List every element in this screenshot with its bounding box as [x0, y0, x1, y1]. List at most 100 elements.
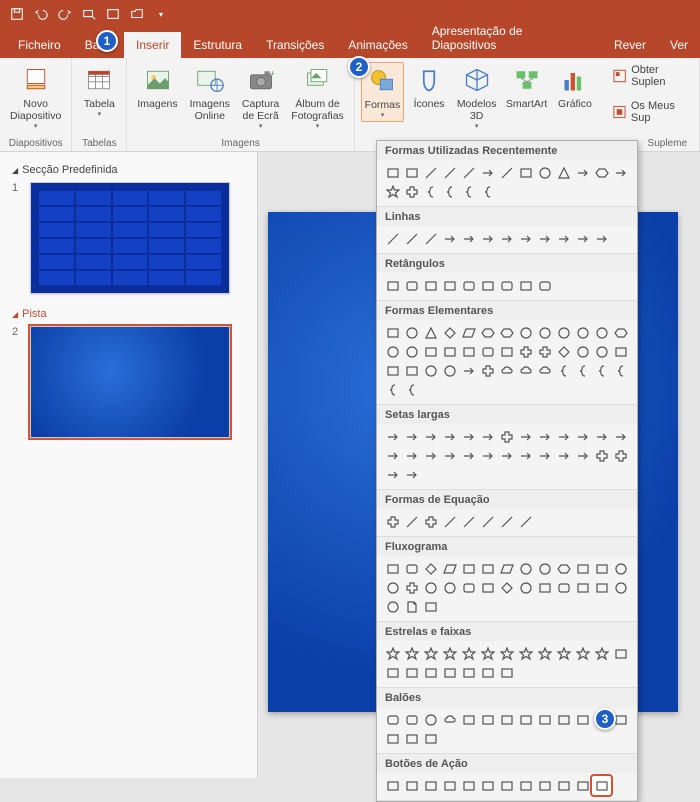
section-header-pista[interactable]: Pista: [12, 308, 245, 320]
shape-star[interactable]: [459, 644, 478, 663]
shape-plus[interactable]: [611, 446, 630, 465]
shape-star[interactable]: [573, 644, 592, 663]
shape-rect[interactable]: [440, 663, 459, 682]
shape-rect[interactable]: [383, 663, 402, 682]
shape-arrow[interactable]: [535, 229, 554, 248]
shape-line[interactable]: [459, 163, 478, 182]
shape-rect[interactable]: [516, 710, 535, 729]
shape-brace[interactable]: [440, 182, 459, 201]
shape-diam[interactable]: [554, 342, 573, 361]
shape-rect[interactable]: [459, 559, 478, 578]
shape-plus[interactable]: [402, 578, 421, 597]
shape-rect[interactable]: [440, 342, 459, 361]
shape-rect[interactable]: [573, 559, 592, 578]
shape-plus[interactable]: [478, 361, 497, 380]
shape-line[interactable]: [497, 163, 516, 182]
shape-rect[interactable]: [478, 276, 497, 295]
tab-slideshow[interactable]: Apresentação de Diapositivos: [420, 18, 602, 58]
shape-arrow[interactable]: [383, 427, 402, 446]
shape-star[interactable]: [421, 644, 440, 663]
shape-rect[interactable]: [573, 578, 592, 597]
shape-rect[interactable]: [516, 776, 535, 795]
shape-arrow[interactable]: [478, 446, 497, 465]
shape-rect[interactable]: [497, 776, 516, 795]
shape-arrow[interactable]: [516, 229, 535, 248]
shape-hex[interactable]: [592, 163, 611, 182]
shape-circ[interactable]: [535, 559, 554, 578]
my-addins-button[interactable]: Os Meus Sup: [612, 98, 693, 126]
shape-rect[interactable]: [554, 776, 573, 795]
shape-circ[interactable]: [516, 559, 535, 578]
shape-rect[interactable]: [440, 276, 459, 295]
shape-rect[interactable]: [421, 663, 440, 682]
shape-arrow[interactable]: [573, 229, 592, 248]
shape-rect[interactable]: [497, 710, 516, 729]
shape-arrow[interactable]: [459, 229, 478, 248]
shape-star[interactable]: [478, 644, 497, 663]
online-pictures-button[interactable]: Imagens Online: [186, 62, 234, 124]
shape-rect[interactable]: [516, 163, 535, 182]
shape-brace[interactable]: [611, 361, 630, 380]
shape-paral[interactable]: [440, 559, 459, 578]
shape-brace[interactable]: [402, 380, 421, 399]
shape-arrow[interactable]: [478, 427, 497, 446]
shape-arrow[interactable]: [402, 446, 421, 465]
shape-cloud[interactable]: [516, 361, 535, 380]
shape-doc[interactable]: [402, 597, 421, 616]
shape-line[interactable]: [402, 512, 421, 531]
shape-line[interactable]: [516, 512, 535, 531]
shape-hex[interactable]: [478, 323, 497, 342]
shape-plus[interactable]: [383, 512, 402, 531]
shape-rect[interactable]: [592, 559, 611, 578]
shape-arrow[interactable]: [573, 446, 592, 465]
shape-arrow[interactable]: [459, 361, 478, 380]
shape-rrect[interactable]: [383, 710, 402, 729]
shape-brace[interactable]: [383, 380, 402, 399]
shape-plus[interactable]: [535, 342, 554, 361]
shape-paral[interactable]: [459, 323, 478, 342]
shape-circ[interactable]: [421, 361, 440, 380]
shape-circ[interactable]: [440, 578, 459, 597]
shape-rect[interactable]: [421, 342, 440, 361]
shape-arrow[interactable]: [497, 229, 516, 248]
shape-rect[interactable]: [383, 323, 402, 342]
shape-brace[interactable]: [554, 361, 573, 380]
shape-arrow[interactable]: [459, 427, 478, 446]
shape-arrow[interactable]: [383, 446, 402, 465]
shape-arrow[interactable]: [535, 446, 554, 465]
pictures-button[interactable]: Imagens: [133, 62, 181, 112]
shape-arrow[interactable]: [516, 446, 535, 465]
shape-rrect[interactable]: [497, 276, 516, 295]
shape-circ[interactable]: [535, 323, 554, 342]
shape-tri[interactable]: [554, 163, 573, 182]
shape-rect[interactable]: [402, 776, 421, 795]
shape-arrow[interactable]: [402, 427, 421, 446]
table-button[interactable]: Tabela ▾: [78, 62, 120, 120]
shape-rect[interactable]: [421, 276, 440, 295]
shape-plus[interactable]: [592, 446, 611, 465]
shape-arrow[interactable]: [440, 229, 459, 248]
shape-rect[interactable]: [535, 776, 554, 795]
folder-icon[interactable]: [126, 3, 148, 25]
shape-star[interactable]: [592, 644, 611, 663]
shape-rect[interactable]: [459, 663, 478, 682]
icons-button[interactable]: Ícones: [408, 62, 450, 112]
shape-rect[interactable]: [421, 729, 440, 748]
shape-rect[interactable]: [573, 710, 592, 729]
shape-diam[interactable]: [440, 323, 459, 342]
shape-arrow[interactable]: [611, 427, 630, 446]
shape-line[interactable]: [440, 512, 459, 531]
shape-arrow[interactable]: [497, 446, 516, 465]
shape-plus[interactable]: [497, 427, 516, 446]
shape-rect[interactable]: [383, 163, 402, 182]
shape-circ[interactable]: [516, 323, 535, 342]
shape-line[interactable]: [497, 512, 516, 531]
chart-button[interactable]: Gráfico: [554, 62, 596, 112]
shape-arrow[interactable]: [440, 446, 459, 465]
shape-rrect[interactable]: [554, 578, 573, 597]
shape-rect[interactable]: [383, 361, 402, 380]
shape-diam[interactable]: [421, 559, 440, 578]
shape-blank[interactable]: [592, 776, 611, 795]
tab-file[interactable]: Ficheiro: [6, 32, 73, 58]
shape-rect[interactable]: [478, 559, 497, 578]
